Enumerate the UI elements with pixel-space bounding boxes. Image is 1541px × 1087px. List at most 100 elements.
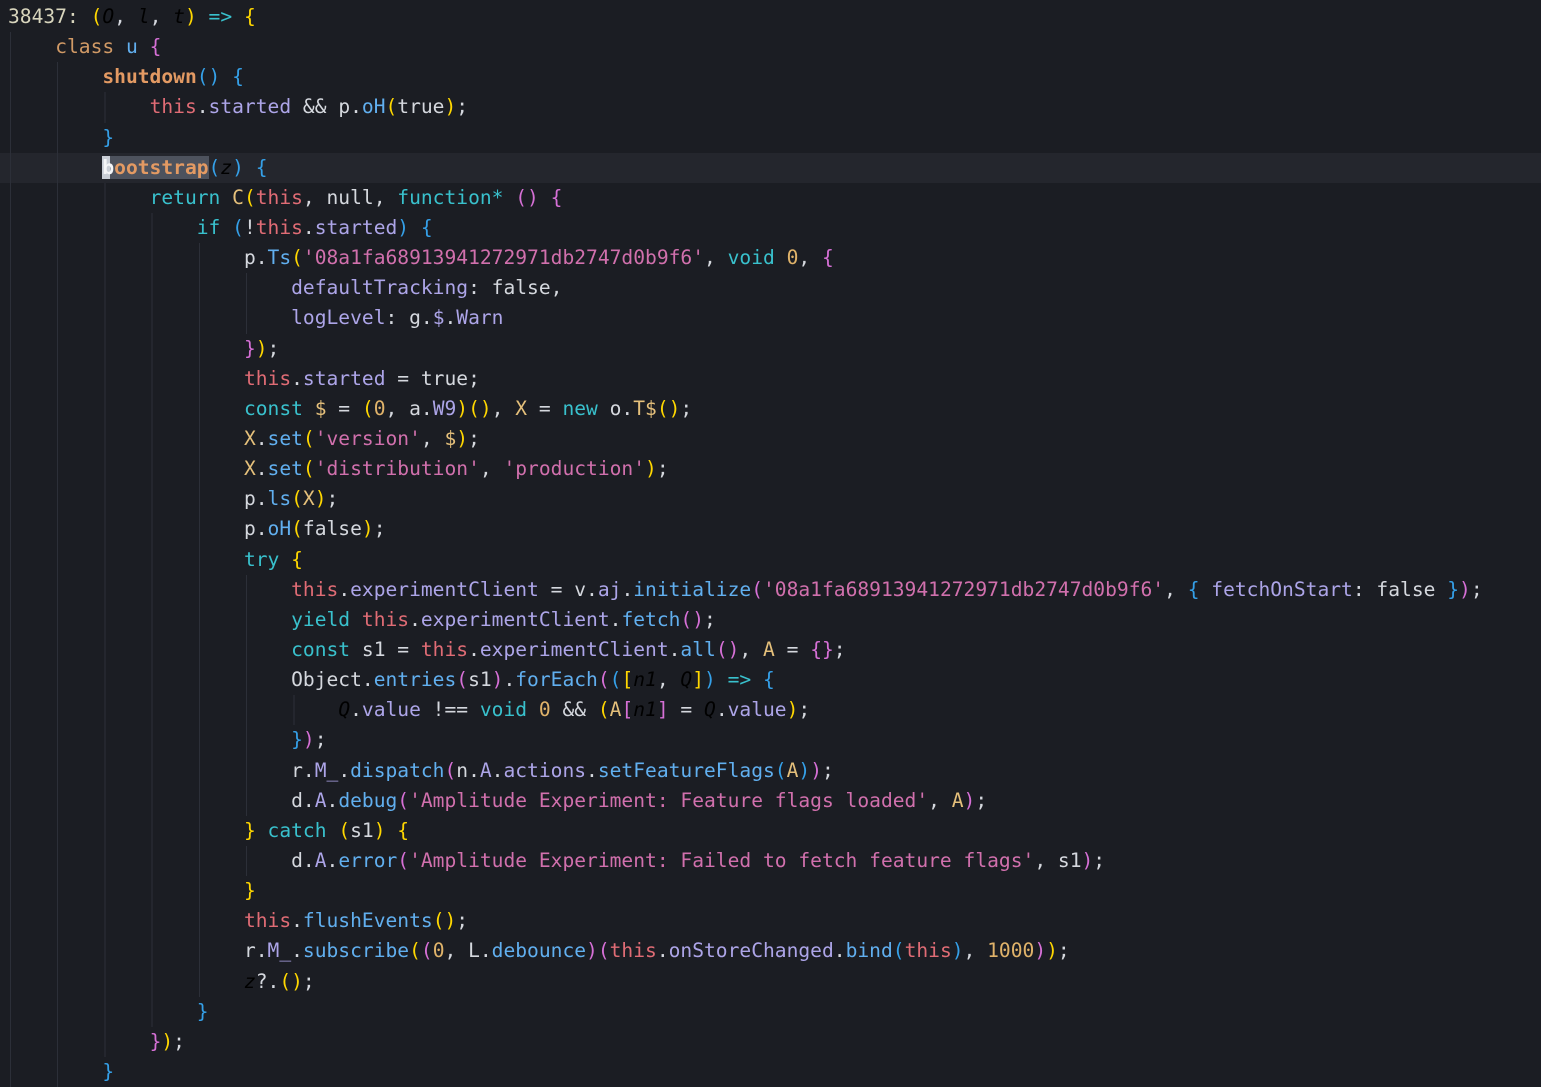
code-line[interactable]: defaultTracking: false, — [0, 273, 1541, 303]
code-token: this — [244, 367, 291, 390]
code-token: ( — [456, 668, 468, 691]
indent — [8, 367, 244, 390]
code-line[interactable]: z?.(); — [0, 967, 1541, 997]
code-token: , — [492, 397, 516, 420]
code-line[interactable]: } — [0, 1057, 1541, 1087]
code-token: ( — [444, 759, 456, 782]
code-token: ) — [1034, 939, 1046, 962]
code-token: oH — [362, 95, 386, 118]
code-token: new — [562, 397, 597, 420]
code-line[interactable]: r.M_.subscribe((0, L.debounce)(this.onSt… — [0, 936, 1541, 966]
indent — [8, 35, 55, 58]
code-token: () — [657, 397, 681, 420]
code-line[interactable]: this.started = true; — [0, 364, 1541, 394]
code-token: . — [291, 939, 303, 962]
code-line[interactable]: p.ls(X); — [0, 484, 1541, 514]
code-line[interactable]: d.A.error('Amplitude Experiment: Failed … — [0, 846, 1541, 876]
code-token: { — [421, 216, 433, 239]
code-line[interactable]: } — [0, 876, 1541, 906]
code-token: void — [728, 246, 775, 269]
code-token: Warn — [456, 306, 503, 329]
code-token: X — [303, 487, 315, 510]
indent — [8, 457, 244, 480]
code-token — [79, 5, 91, 28]
code-token: set — [268, 427, 303, 450]
code-token: : false, — [468, 276, 562, 299]
code-token: M_ — [268, 939, 292, 962]
code-token: $ — [315, 397, 327, 420]
code-line[interactable]: this.started && p.oH(true); — [0, 92, 1541, 122]
code-token: . — [197, 95, 209, 118]
code-token: ; — [303, 970, 315, 993]
code-line[interactable]: }); — [0, 334, 1541, 364]
code-token: const — [291, 638, 350, 661]
code-line[interactable]: const $ = (0, a.W9)(), X = new o.T$(); — [0, 394, 1541, 424]
code-token: = true; — [386, 367, 480, 390]
code-token: . — [492, 759, 504, 782]
code-token: { — [397, 819, 409, 842]
code-line[interactable]: d.A.debug('Amplitude Experiment: Feature… — [0, 786, 1541, 816]
code-token: ) — [303, 728, 315, 751]
code-token: ( — [775, 759, 787, 782]
code-line[interactable]: logLevel: g.$.Warn — [0, 303, 1541, 333]
code-token: u — [126, 35, 138, 58]
code-token: } — [244, 819, 256, 842]
code-token: $ — [433, 306, 445, 329]
code-line[interactable]: class u { — [0, 32, 1541, 62]
code-token: 1000 — [987, 939, 1034, 962]
code-line[interactable]: Object.entries(s1).forEach(([n1, Q]) => … — [0, 665, 1541, 695]
code-line[interactable]: } — [0, 123, 1541, 153]
indent — [8, 1060, 102, 1083]
code-token: , — [421, 427, 445, 450]
indent — [8, 487, 244, 510]
code-token: . — [291, 367, 303, 390]
code-line[interactable]: X.set('distribution', 'production'); — [0, 454, 1541, 484]
code-line[interactable]: yield this.experimentClient.fetch(); — [0, 605, 1541, 635]
code-token: = — [669, 698, 704, 721]
code-line[interactable]: r.M_.dispatch(n.A.actions.setFeatureFlag… — [0, 756, 1541, 786]
code-token: [ — [621, 668, 633, 691]
code-token: : false — [1353, 578, 1447, 601]
code-line[interactable]: this.experimentClient = v.aj.initialize(… — [0, 575, 1541, 605]
code-token: ( — [362, 397, 374, 420]
code-token: ) — [185, 5, 197, 28]
code-line-current[interactable]: bootstrap(z) { — [0, 153, 1541, 183]
code-token: actions — [503, 759, 586, 782]
code-token: , — [964, 939, 988, 962]
indent — [8, 65, 102, 88]
code-token: () — [680, 608, 704, 631]
code-line[interactable]: try { — [0, 545, 1541, 575]
code-token: = — [527, 397, 562, 420]
code-token: this — [362, 608, 409, 631]
code-token: yield — [291, 608, 350, 631]
code-token: ! — [244, 216, 256, 239]
code-token: started — [315, 216, 398, 239]
code-token: . — [669, 638, 681, 661]
code-token: . — [657, 939, 669, 962]
code-token: . — [338, 578, 350, 601]
code-line[interactable]: this.flushEvents(); — [0, 906, 1541, 936]
code-line[interactable]: 38437: (O, l, t) => { — [0, 2, 1541, 32]
code-token: . — [291, 909, 303, 932]
code-token: ( — [397, 789, 409, 812]
code-token: flushEvents — [303, 909, 433, 932]
code-line[interactable]: X.set('version', $); — [0, 424, 1541, 454]
code-line[interactable]: } catch (s1) { — [0, 816, 1541, 846]
code-line[interactable]: Q.value !== void 0 && (A[n1] = Q.value); — [0, 695, 1541, 725]
code-token: try — [244, 548, 279, 571]
code-token: n1 — [633, 668, 657, 691]
code-line[interactable]: return C(this, null, function* () { — [0, 183, 1541, 213]
code-token: '08a1fa68913941272971db2747d0b9f6' — [763, 578, 1164, 601]
code-line[interactable]: if (!this.started) { — [0, 213, 1541, 243]
code-line[interactable]: }); — [0, 725, 1541, 755]
code-line[interactable]: }); — [0, 1027, 1541, 1057]
code-token: ) — [586, 939, 598, 962]
code-line[interactable]: p.Ts('08a1fa68913941272971db2747d0b9f6',… — [0, 243, 1541, 273]
code-line[interactable]: } — [0, 997, 1541, 1027]
code-line[interactable]: p.oH(false); — [0, 514, 1541, 544]
code-token: , s1 — [1034, 849, 1081, 872]
code-editor[interactable]: 38437: (O, l, t) => { class u { shutdown… — [0, 0, 1541, 1087]
code-token: = — [327, 397, 362, 420]
code-line[interactable]: const s1 = this.experimentClient.all(), … — [0, 635, 1541, 665]
code-line[interactable]: shutdown() { — [0, 62, 1541, 92]
